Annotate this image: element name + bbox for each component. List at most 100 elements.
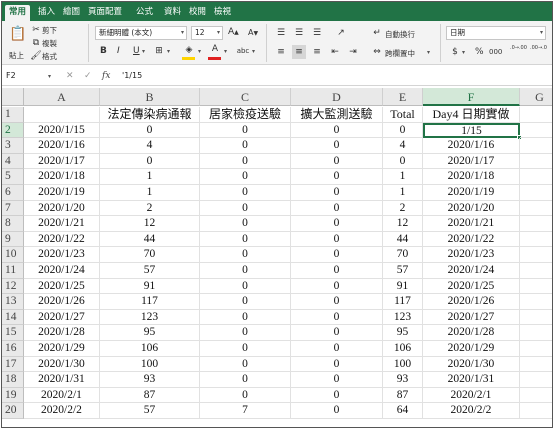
table-cell[interactable] xyxy=(520,216,552,232)
increase-indent-icon[interactable]: ⇥ xyxy=(346,45,360,59)
table-cell[interactable]: 2020/1/15 xyxy=(24,122,100,139)
table-cell[interactable]: 2020/1/16 xyxy=(24,138,100,154)
table-cell[interactable]: 0 xyxy=(200,200,291,217)
table-cell[interactable]: 0 xyxy=(200,294,291,310)
table-cell[interactable] xyxy=(520,169,552,185)
header-cell[interactable] xyxy=(520,107,552,123)
header-cell[interactable]: 居家檢疫送驗 xyxy=(200,107,291,123)
table-cell[interactable]: 0 xyxy=(200,325,291,341)
table-cell[interactable]: 100 xyxy=(100,356,200,373)
table-cell[interactable]: 0 xyxy=(200,309,291,326)
table-cell[interactable]: 91 xyxy=(100,278,200,295)
table-cell[interactable]: 57 xyxy=(100,403,200,419)
row-header[interactable]: 4 xyxy=(2,153,24,170)
table-cell[interactable] xyxy=(520,279,552,295)
table-cell[interactable]: 2020/1/19 xyxy=(423,185,520,201)
table-cell[interactable]: 0 xyxy=(291,185,383,201)
table-cell[interactable]: 0 xyxy=(291,372,383,388)
row-header[interactable]: 16 xyxy=(2,341,24,357)
table-cell[interactable]: 117 xyxy=(383,294,423,310)
table-cell[interactable]: 2020/2/1 xyxy=(24,387,100,404)
table-cell[interactable] xyxy=(520,341,552,357)
table-cell[interactable]: 0 xyxy=(100,122,200,139)
table-cell[interactable]: 2020/1/23 xyxy=(24,247,100,263)
table-cell[interactable]: 2020/2/2 xyxy=(423,403,520,419)
phonetic-guide-icon[interactable]: abc xyxy=(236,44,250,58)
table-cell[interactable]: 0 xyxy=(291,247,383,263)
table-cell[interactable]: 0 xyxy=(291,138,383,154)
table-cell[interactable]: 0 xyxy=(200,153,291,170)
row-header[interactable]: 7 xyxy=(2,200,24,217)
table-cell[interactable]: 0 xyxy=(200,231,291,248)
table-cell[interactable] xyxy=(520,357,552,373)
table-cell[interactable] xyxy=(520,201,552,217)
table-cell[interactable]: 64 xyxy=(383,403,423,419)
grow-font-button[interactable]: A▲ xyxy=(228,27,239,37)
format-painter-button[interactable]: 格式 xyxy=(42,51,57,62)
percent-button[interactable]: % xyxy=(475,47,484,57)
bold-button[interactable]: B xyxy=(100,46,107,56)
column-header-f[interactable]: F xyxy=(423,88,520,106)
table-cell[interactable]: 0 xyxy=(100,153,200,170)
table-cell[interactable]: 95 xyxy=(100,325,200,341)
copy-button[interactable]: 複製 xyxy=(42,38,57,49)
format-painter-icon[interactable]: 🖌 xyxy=(29,49,43,63)
table-cell[interactable]: 0 xyxy=(200,372,291,388)
font-color-icon[interactable]: A xyxy=(208,42,222,56)
align-top-icon[interactable]: ☰ xyxy=(274,26,288,40)
table-cell[interactable]: 0 xyxy=(291,216,383,232)
row-header[interactable]: 12 xyxy=(2,278,24,295)
scissors-icon[interactable]: ✂ xyxy=(29,23,43,37)
row-header[interactable]: 19 xyxy=(2,387,24,404)
decrease-decimal-button[interactable]: .00→.0 xyxy=(530,45,547,51)
table-cell[interactable]: 2020/1/25 xyxy=(423,278,520,295)
row-header[interactable]: 9 xyxy=(2,231,24,248)
table-cell[interactable]: 2020/1/29 xyxy=(423,341,520,357)
table-cell[interactable]: 0 xyxy=(291,325,383,341)
table-cell[interactable] xyxy=(520,263,552,279)
tab-page-layout[interactable]: 頁面配置 xyxy=(84,5,126,21)
tab-insert[interactable]: 插入 xyxy=(34,5,59,21)
table-cell[interactable]: 0 xyxy=(291,387,383,404)
row-header[interactable]: 10 xyxy=(2,247,24,263)
table-cell[interactable]: 2020/1/19 xyxy=(24,185,100,201)
enter-icon[interactable]: ✓ xyxy=(84,69,92,83)
table-cell[interactable]: 44 xyxy=(100,231,200,248)
table-cell[interactable]: 2020/1/25 xyxy=(24,278,100,295)
column-header-a[interactable]: A xyxy=(24,88,100,106)
table-cell[interactable]: 2020/1/30 xyxy=(24,356,100,373)
orientation-icon[interactable]: ↗ xyxy=(334,26,348,40)
table-cell[interactable]: 0 xyxy=(291,294,383,310)
table-cell[interactable]: 2020/1/16 xyxy=(423,138,520,154)
comma-style-button[interactable]: 000 xyxy=(489,48,502,56)
table-cell[interactable]: 93 xyxy=(100,372,200,388)
row-header[interactable]: 20 xyxy=(2,403,24,419)
table-cell[interactable]: 44 xyxy=(383,231,423,248)
table-cell[interactable]: 0 xyxy=(200,216,291,232)
table-cell[interactable]: 0 xyxy=(291,403,383,419)
row-header[interactable]: 5 xyxy=(2,169,24,185)
tab-view[interactable]: 檢視 xyxy=(210,5,235,21)
table-cell[interactable] xyxy=(520,388,552,404)
table-cell[interactable]: 2 xyxy=(100,200,200,217)
borders-icon[interactable]: ⊞ xyxy=(152,44,166,58)
row-header[interactable]: 17 xyxy=(2,356,24,373)
table-cell[interactable]: 123 xyxy=(100,309,200,326)
table-cell[interactable]: 0 xyxy=(200,122,291,139)
table-cell[interactable]: 2020/1/23 xyxy=(423,247,520,263)
header-cell[interactable]: 法定傳染病通報 xyxy=(100,107,200,123)
table-cell[interactable]: 0 xyxy=(383,122,423,139)
table-cell[interactable]: 0 xyxy=(291,231,383,248)
table-cell[interactable]: 2020/1/28 xyxy=(24,325,100,341)
table-cell[interactable]: 91 xyxy=(383,278,423,295)
table-cell[interactable] xyxy=(520,185,552,201)
table-cell[interactable] xyxy=(520,232,552,248)
table-cell[interactable]: 2020/1/30 xyxy=(423,356,520,373)
table-cell[interactable]: 0 xyxy=(291,169,383,185)
tab-home[interactable]: 常用 xyxy=(5,5,31,21)
table-cell[interactable]: 70 xyxy=(383,247,423,263)
align-middle-icon[interactable]: ☰ xyxy=(292,26,306,40)
table-cell[interactable] xyxy=(520,154,552,170)
table-cell[interactable]: 2020/1/20 xyxy=(423,200,520,217)
table-cell[interactable]: 2020/1/22 xyxy=(423,231,520,248)
